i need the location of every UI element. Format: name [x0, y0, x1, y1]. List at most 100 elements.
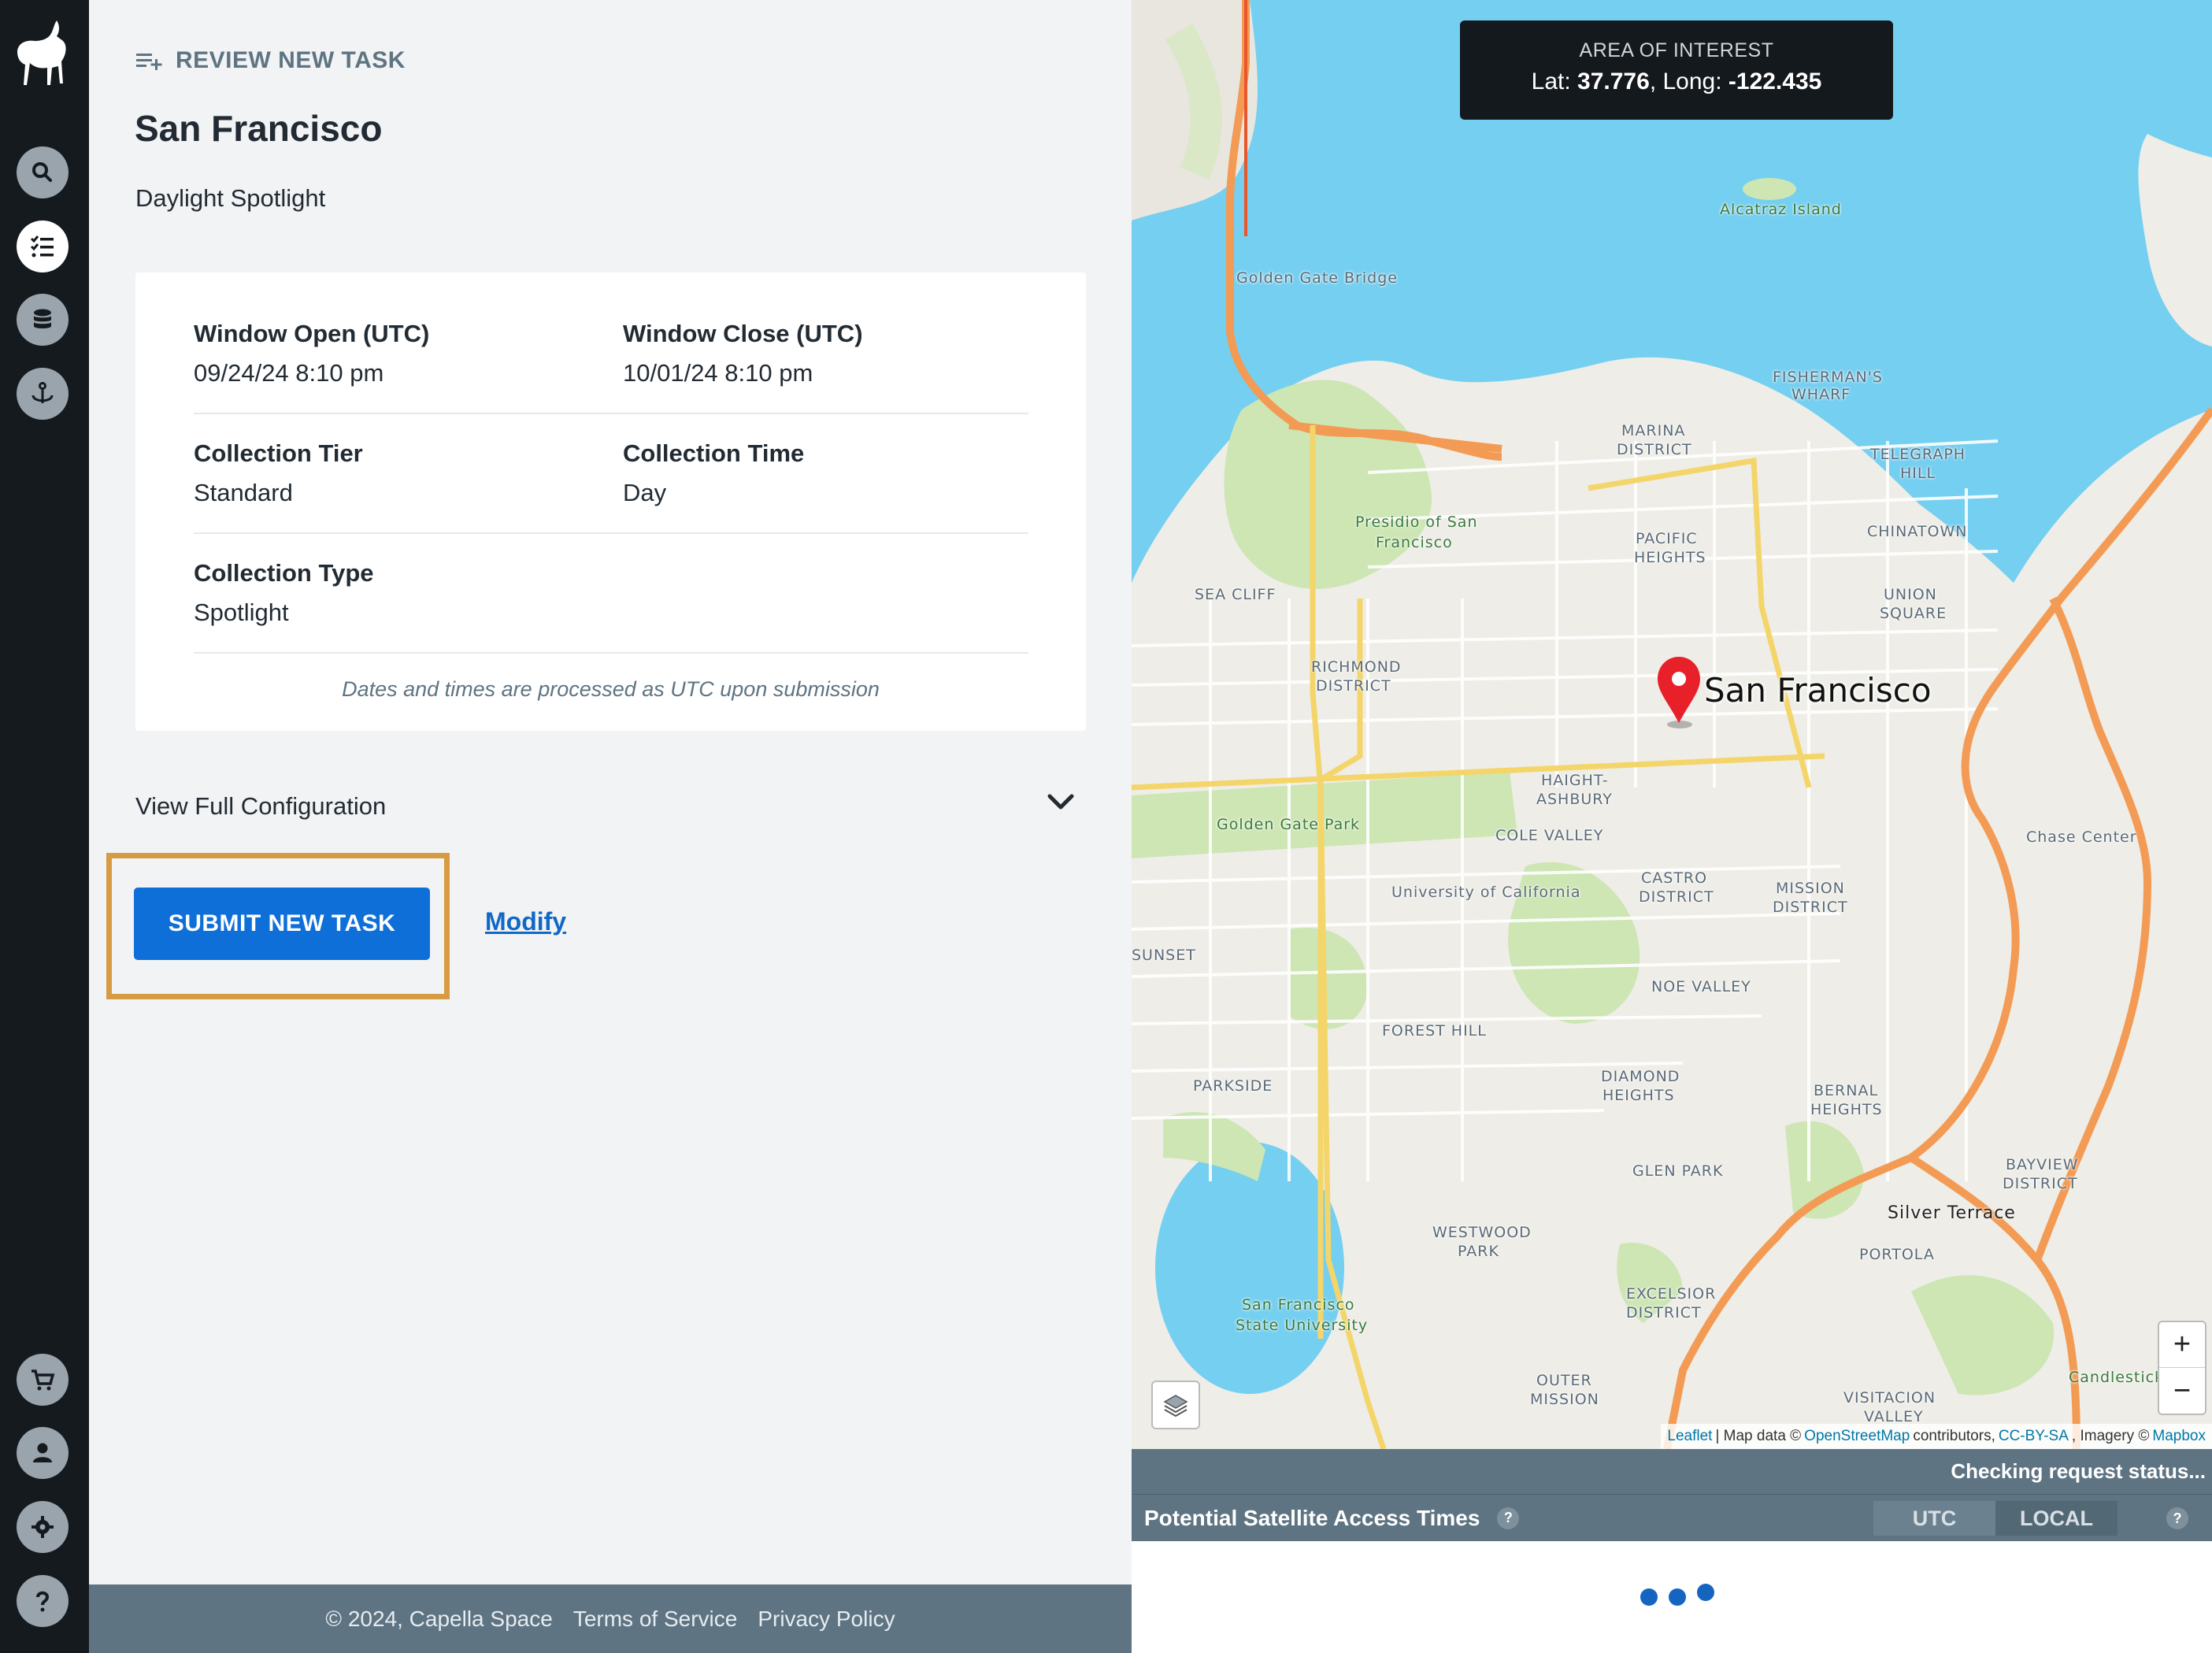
map-label: State University [1236, 1317, 1369, 1334]
map-label: WHARF [1791, 386, 1851, 403]
copyright: © 2024, Capella Space [325, 1606, 553, 1631]
map-label: HAIGHT- [1541, 772, 1609, 789]
nav-tasks-button[interactable] [17, 221, 69, 272]
area-of-interest-panel: AREA OF INTEREST Lat: 37.776, Long: -122… [1460, 20, 1893, 120]
map-label: PARKSIDE [1193, 1077, 1273, 1095]
utc-note: Dates and times are processed as UTC upo… [342, 677, 880, 701]
loading-dot [1697, 1584, 1714, 1601]
section-label: REVIEW NEW TASK [176, 47, 406, 73]
window-close-label: Window Close (UTC) [623, 320, 863, 347]
osm-link[interactable]: OpenStreetMap [1804, 1428, 1910, 1445]
local-toggle-button[interactable]: LOCAL [1995, 1501, 2118, 1536]
map-label: ASHBURY [1536, 791, 1613, 808]
map-label: Silver Terrace [1888, 1203, 2016, 1223]
access-times-title: Potential Satellite Access Times [1144, 1505, 1480, 1530]
footer: © 2024, Capella Space Terms of Service P… [89, 1584, 1132, 1653]
map-label: OUTER [1536, 1372, 1592, 1389]
collection-type-field: Collection Type Spotlight [194, 559, 374, 627]
map-label: DIAMOND [1601, 1068, 1680, 1085]
gear-icon [31, 1516, 54, 1538]
sidebar [0, 0, 89, 1653]
map-label: MISSION [1530, 1391, 1599, 1408]
chevron-down-icon[interactable] [1045, 786, 1076, 817]
license-link[interactable]: CC-BY-SA [1999, 1428, 2069, 1445]
nav-cart-button[interactable] [17, 1354, 69, 1406]
submit-new-task-button[interactable]: SUBMIT NEW TASK [134, 888, 430, 960]
timezone-toggle: UTC LOCAL [1873, 1501, 2118, 1536]
layers-button[interactable] [1151, 1381, 1200, 1429]
map-label: TELEGRAPH [1870, 446, 1966, 463]
map-label: DISTRICT [2003, 1175, 2078, 1192]
view-full-configuration-toggle[interactable]: View Full Configuration [135, 792, 386, 821]
collection-type-value: Spotlight [194, 599, 289, 626]
map-label: RICHMOND [1311, 658, 1402, 676]
request-status-text: Checking request status... [1951, 1459, 2206, 1483]
task-subtitle: Daylight Spotlight [135, 184, 326, 212]
map-label: PACIFIC [1636, 530, 1698, 547]
map-label: San Francisco [1242, 1296, 1355, 1314]
map-label: MARINA [1621, 422, 1686, 439]
map-label: DISTRICT [1316, 677, 1391, 695]
window-close-value: 10/01/24 8:10 pm [623, 359, 813, 387]
map-canvas[interactable] [1132, 0, 2212, 1449]
map-label: HILL [1900, 465, 1936, 482]
privacy-policy-link[interactable]: Privacy Policy [758, 1607, 895, 1632]
map-label: FOREST HILL [1382, 1022, 1487, 1040]
attribution-text: | Map data © [1715, 1428, 1802, 1444]
collection-type-label: Collection Type [194, 559, 374, 587]
map-label: Chase Center [2026, 828, 2137, 846]
window-open-field: Window Open (UTC) 09/24/24 8:10 pm [194, 320, 429, 387]
database-icon [34, 309, 51, 328]
review-panel: REVIEW NEW TASK San Francisco Daylight S… [89, 0, 1132, 1653]
window-close-field: Window Close (UTC) 10/01/24 8:10 pm [623, 320, 863, 387]
map-label: HEIGHTS [1810, 1101, 1883, 1118]
collection-time-label: Collection Time [623, 439, 805, 467]
help-icon[interactable]: ? [2166, 1507, 2188, 1529]
map-label: HEIGHTS [1602, 1087, 1675, 1104]
long-label: , Long: [1649, 69, 1728, 95]
map-label: DISTRICT [1626, 1304, 1702, 1321]
task-details-card: Window Open (UTC) 09/24/24 8:10 pm Windo… [135, 272, 1086, 731]
utc-toggle-button[interactable]: UTC [1873, 1501, 1995, 1536]
lat-label: Lat: [1531, 69, 1578, 95]
nav-settings-button[interactable] [17, 1501, 69, 1553]
map-label: PORTOLA [1859, 1246, 1935, 1263]
help-icon[interactable]: ? [1497, 1507, 1520, 1529]
map-label: VISITACION [1843, 1389, 1936, 1407]
user-icon [33, 1443, 52, 1462]
map-label: Francisco [1376, 534, 1453, 551]
map[interactable]: Alcatraz Island Golden Gate Bridge FISHE… [1132, 0, 2212, 1449]
terms-of-service-link[interactable]: Terms of Service [573, 1607, 738, 1632]
loading-dot [1640, 1588, 1658, 1606]
anchor-icon [31, 382, 54, 403]
map-label: University of California [1391, 884, 1581, 901]
map-label: DISTRICT [1639, 888, 1714, 906]
window-open-value: 09/24/24 8:10 pm [194, 359, 384, 387]
map-label: Golden Gate Park [1217, 816, 1361, 833]
loading-dot [1669, 1588, 1686, 1606]
leaflet-link[interactable]: Leaflet [1667, 1428, 1712, 1445]
help-icon [36, 1591, 50, 1612]
nav-tasking-button[interactable] [17, 368, 69, 420]
collection-tier-label: Collection Tier [194, 439, 363, 467]
map-label: COLE VALLEY [1495, 827, 1604, 844]
nav-search-button[interactable] [17, 146, 69, 198]
request-status-bar: Checking request status... [1132, 1449, 2212, 1494]
map-label: PARK [1458, 1243, 1499, 1260]
cart-icon [31, 1369, 55, 1391]
zoom-out-button[interactable]: − [2159, 1368, 2205, 1414]
collection-tier-value: Standard [194, 479, 293, 506]
map-label: CASTRO [1641, 869, 1708, 887]
page-title: San Francisco [135, 108, 383, 149]
mapbox-link[interactable]: Mapbox [2152, 1428, 2206, 1445]
window-open-label: Window Open (UTC) [194, 320, 430, 347]
modify-link[interactable]: Modify [485, 907, 566, 936]
nav-help-button[interactable] [17, 1575, 69, 1627]
map-label: Golden Gate Bridge [1236, 269, 1398, 287]
map-label: MISSION [1776, 880, 1845, 897]
zoom-in-button[interactable]: + [2159, 1322, 2205, 1368]
nav-data-button[interactable] [17, 294, 69, 346]
nav-account-button[interactable] [17, 1427, 69, 1479]
collection-tier-field: Collection Tier Standard [194, 439, 363, 507]
map-label: HEIGHTS [1634, 549, 1706, 566]
